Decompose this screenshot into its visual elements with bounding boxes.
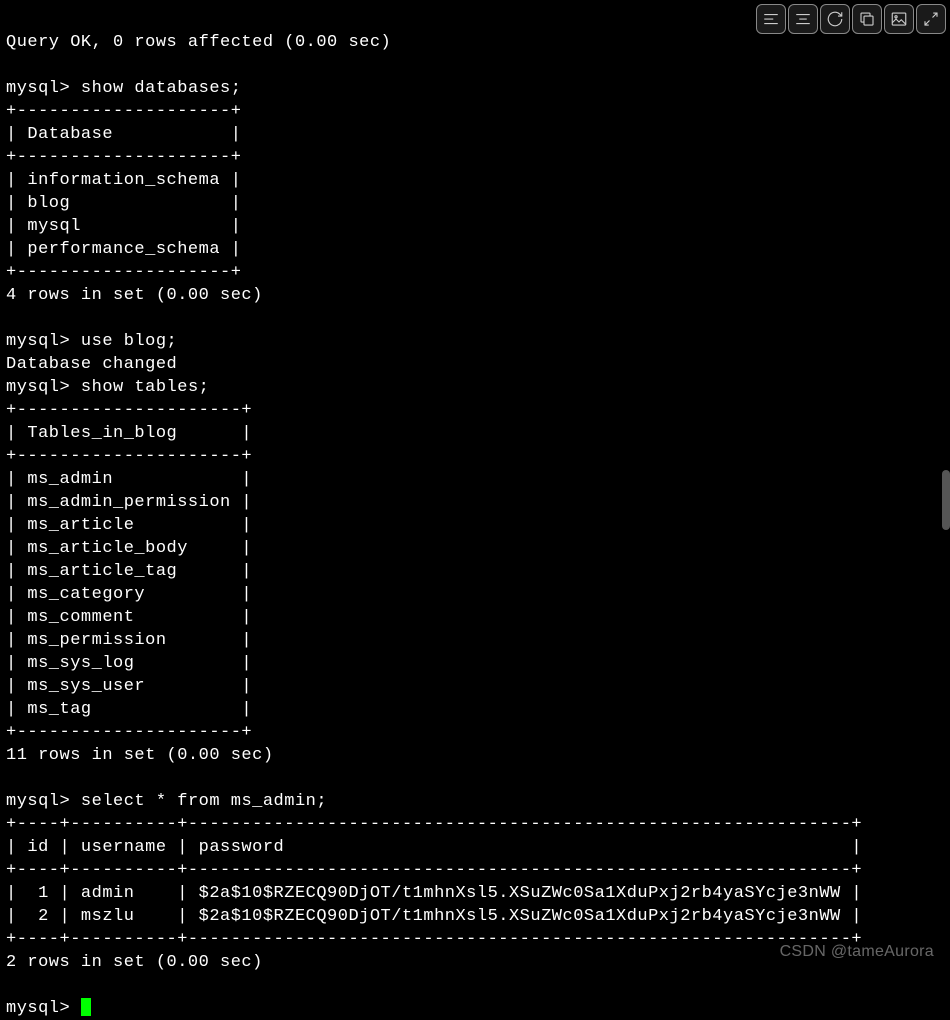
adm-row: | 2 | mszlu | $2a$10$RZECQ90DjOT/t1mhnXs… xyxy=(6,907,862,926)
sep: +----+----------+-----------------------… xyxy=(6,861,862,880)
sep: +---------------------+ xyxy=(6,723,252,742)
sep: +----+----------+-----------------------… xyxy=(6,930,862,949)
rows-count: 2 rows in set (0.00 sec) xyxy=(6,953,263,972)
db-changed: Database changed xyxy=(6,355,177,374)
db-row: | information_schema | xyxy=(6,171,241,190)
prompt: mysql> xyxy=(6,332,81,351)
sep: +--------------------+ xyxy=(6,263,241,282)
tbl-row: | ms_admin_permission | xyxy=(6,493,252,512)
tbl-row: | ms_article | xyxy=(6,516,252,535)
prompt: mysql> xyxy=(6,792,81,811)
tbl-row: | ms_category | xyxy=(6,585,252,604)
rows-count: 4 rows in set (0.00 sec) xyxy=(6,286,263,305)
expand-icon[interactable] xyxy=(916,4,946,34)
copy-icon[interactable] xyxy=(852,4,882,34)
sep: +--------------------+ xyxy=(6,102,241,121)
prompt: mysql> xyxy=(6,79,81,98)
terminal-cursor[interactable] xyxy=(81,998,91,1016)
scrollbar-thumb[interactable] xyxy=(942,470,950,530)
sep: +--------------------+ xyxy=(6,148,241,167)
tbl-row: | ms_sys_user | xyxy=(6,677,252,696)
cmd-show-databases: show databases; xyxy=(81,79,242,98)
tbl-row: | ms_comment | xyxy=(6,608,252,627)
adm-header: | id | username | password | xyxy=(6,838,862,857)
sep: +---------------------+ xyxy=(6,447,252,466)
sep: +----+----------+-----------------------… xyxy=(6,815,862,834)
query-ok-line: Query OK, 0 rows affected (0.00 sec) xyxy=(6,33,391,52)
tbl-row: | ms_article_tag | xyxy=(6,562,252,581)
cmd-select: select * from ms_admin; xyxy=(81,792,327,811)
rows-count: 11 rows in set (0.00 sec) xyxy=(6,746,274,765)
tbl-row: | ms_tag | xyxy=(6,700,252,719)
sep: +---------------------+ xyxy=(6,401,252,420)
image-icon[interactable] xyxy=(884,4,914,34)
tbl-row: | ms_article_body | xyxy=(6,539,252,558)
align-center-icon[interactable] xyxy=(788,4,818,34)
tbl-header: | Tables_in_blog | xyxy=(6,424,252,443)
db-header: | Database | xyxy=(6,125,241,144)
watermark: CSDN @tameAurora xyxy=(780,940,934,963)
tbl-row: | ms_admin | xyxy=(6,470,252,489)
db-row: | blog | xyxy=(6,194,241,213)
prompt: mysql> xyxy=(6,378,81,397)
cmd-use-blog: use blog; xyxy=(81,332,177,351)
terminal-toolbar xyxy=(754,4,946,34)
tbl-row: | ms_permission | xyxy=(6,631,252,650)
db-row: | performance_schema | xyxy=(6,240,241,259)
align-left-icon[interactable] xyxy=(756,4,786,34)
cmd-show-tables: show tables; xyxy=(81,378,209,397)
db-row: | mysql | xyxy=(6,217,241,236)
refresh-icon[interactable] xyxy=(820,4,850,34)
tbl-row: | ms_sys_log | xyxy=(6,654,252,673)
prompt: mysql> xyxy=(6,999,81,1018)
adm-row: | 1 | admin | $2a$10$RZECQ90DjOT/t1mhnXs… xyxy=(6,884,862,903)
terminal-output: Query OK, 0 rows affected (0.00 sec) mys… xyxy=(6,8,944,1020)
